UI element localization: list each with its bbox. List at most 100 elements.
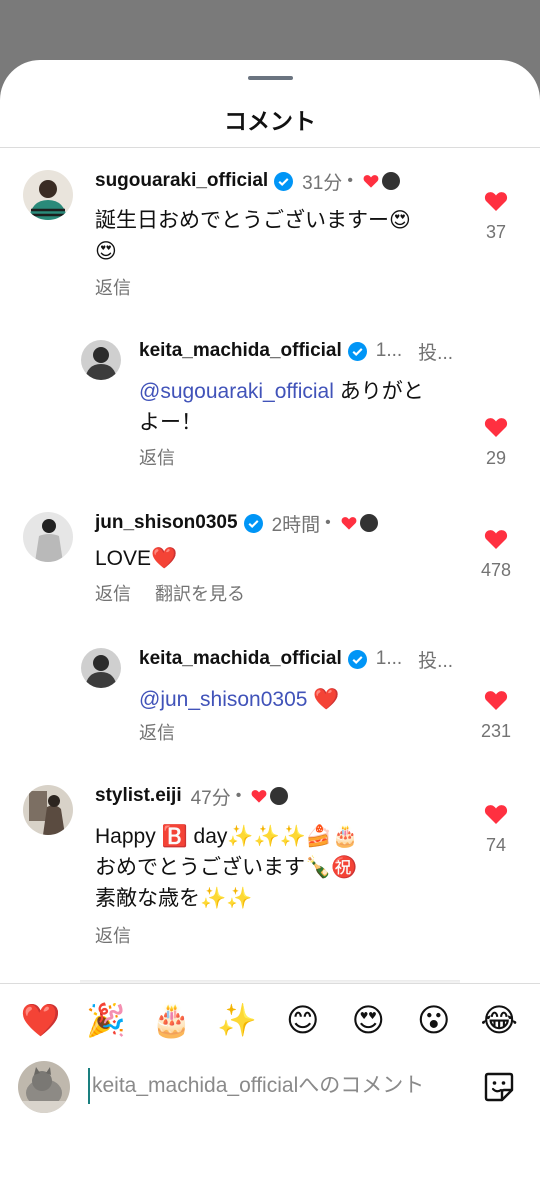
sheet-title: コメント xyxy=(224,108,316,134)
avatar[interactable] xyxy=(81,648,121,688)
comment-emoji: ❤️ xyxy=(307,688,340,711)
comment-time: 1... xyxy=(375,340,403,361)
like-count: 29 xyxy=(485,448,507,468)
comment-text-line: 素敵な歳を✨✨ xyxy=(95,887,253,910)
comment-time: 1... xyxy=(375,648,403,669)
comment-meta: keita_machida_official 1... 投... xyxy=(139,336,453,366)
mention-link[interactable]: @jun_shison0305 xyxy=(139,688,307,711)
like-count: 231 xyxy=(480,721,512,741)
avatar[interactable] xyxy=(23,170,73,220)
comment-text-line: 😍 xyxy=(95,240,117,263)
like-count: 37 xyxy=(485,222,507,242)
mention-link[interactable]: @sugouaraki_official xyxy=(139,380,334,403)
heart-icon[interactable] xyxy=(484,190,508,212)
username[interactable]: keita_machida_official xyxy=(139,340,342,362)
username[interactable]: sugouaraki_official xyxy=(95,170,268,192)
reaction-heart-eyes[interactable]: 😍 xyxy=(343,995,393,1045)
heart-icon[interactable] xyxy=(484,803,508,825)
separator-dot: • xyxy=(325,514,331,531)
reply-button[interactable]: 返信 xyxy=(95,274,131,300)
comments-list[interactable]: sugouaraki_official 31分 • 誕生日おめでとうございますー… xyxy=(0,148,540,983)
reaction-surprised[interactable]: 😮 xyxy=(409,995,459,1045)
comment-text-line: 誕生日おめでとうございますー😍 xyxy=(95,209,411,232)
like-column: 29 xyxy=(478,416,514,469)
translate-button[interactable]: 翻訳を見る xyxy=(155,580,245,606)
reply-button[interactable]: 返信 xyxy=(139,444,175,470)
comment-text-line: おめでとうございます🍾㊗️ xyxy=(95,856,358,879)
quick-reactions-bar: ❤️ 🎉 🎂 ✨ 😊 😍 😮 😂 xyxy=(0,995,540,1045)
verified-badge-icon xyxy=(347,341,367,361)
comment-meta: sugouaraki_official 31分 • xyxy=(95,166,400,196)
reply-item: keita_machida_official 1... 投... @jun_sh… xyxy=(0,626,540,766)
comment-text-line: @jun_shison0305 ❤️ xyxy=(139,684,339,715)
reaction-smile[interactable]: 😊 xyxy=(278,995,328,1045)
reply-button[interactable]: 返信 xyxy=(139,719,175,745)
creator-liked-heart-icon xyxy=(251,790,267,803)
comment-meta: jun_shison0305 2時間 • xyxy=(95,508,378,538)
comment-actions: 返信 xyxy=(139,719,175,745)
verified-badge-icon xyxy=(243,513,263,533)
username[interactable]: stylist.eiji xyxy=(95,785,182,807)
comment-emoji: ❤️ xyxy=(151,547,178,570)
sticker-icon[interactable] xyxy=(482,1070,516,1104)
like-column: 231 xyxy=(478,689,514,742)
reaction-tears-of-joy[interactable]: 😂 xyxy=(474,995,524,1045)
avatar[interactable] xyxy=(81,340,121,380)
comment-text: @jun_shison0305 ❤️ xyxy=(139,684,339,715)
my-avatar[interactable] xyxy=(18,1061,70,1113)
heart-icon[interactable] xyxy=(484,528,508,550)
comment-text: LOVE❤️ xyxy=(95,543,177,574)
avatar[interactable] xyxy=(23,512,73,562)
avatar[interactable] xyxy=(23,785,73,835)
like-count: 478 xyxy=(480,560,512,580)
comment-composer xyxy=(0,1055,540,1119)
creator-liked-heart-icon xyxy=(341,517,357,530)
creator-avatar xyxy=(270,787,289,805)
posted-label: 投... xyxy=(418,650,454,672)
heart-icon[interactable] xyxy=(484,416,508,438)
comment-input[interactable] xyxy=(88,1068,468,1104)
comment-text: Happy 🅱️ day✨✨✨🍰🎂 おめでとうございます🍾㊗️ 素敵な歳を✨✨ xyxy=(95,821,358,914)
creator-avatar xyxy=(381,172,400,190)
comment-actions: 返信 xyxy=(95,274,131,300)
comment-text-line: @sugouaraki_official ありがと xyxy=(139,376,424,407)
reaction-party[interactable]: 🎉 xyxy=(81,995,131,1045)
comment-actions: 返信 翻訳を見る xyxy=(95,580,245,606)
reaction-sparkles[interactable]: ✨ xyxy=(212,995,262,1045)
username[interactable]: keita_machida_official xyxy=(139,648,342,670)
comment-item: sugouaraki_official 31分 • 誕生日おめでとうございますー… xyxy=(0,148,540,318)
comment-time: 2時間 xyxy=(271,514,321,536)
comment-text: 誕生日おめでとうございますー😍 😍 xyxy=(95,205,411,267)
like-column: 37 xyxy=(478,190,514,243)
like-count: 74 xyxy=(485,835,507,855)
footer-divider xyxy=(0,983,540,984)
comment-time: 31分 xyxy=(302,172,343,194)
separator-dot: • xyxy=(235,787,242,804)
verified-badge-icon xyxy=(347,649,367,669)
reply-button[interactable]: 返信 xyxy=(95,922,131,948)
like-column: 74 xyxy=(478,803,514,856)
comment-meta: keita_machida_official 1... 投... xyxy=(139,644,453,674)
reply-item: keita_machida_official 1... 投... @sugoua… xyxy=(0,318,540,493)
comments-sheet: コメント sugouaraki_official 31分 • 誕生日おめでとうご… xyxy=(0,60,540,1200)
comment-item: jun_shison0305 2時間 • LOVE❤️ 返信 翻訳を見る 478 xyxy=(0,490,540,625)
creator-avatar xyxy=(359,514,378,532)
verified-badge-icon xyxy=(274,171,294,191)
comment-text-line: Happy 🅱️ day✨✨✨🍰🎂 xyxy=(95,825,359,848)
comment-actions: 返信 xyxy=(95,922,131,948)
comment-text-line: LOVE❤️ xyxy=(95,543,177,574)
reply-button[interactable]: 返信 xyxy=(95,580,131,606)
comment-time: 47分 xyxy=(190,787,231,809)
posted-label: 投... xyxy=(418,342,454,364)
heart-icon[interactable] xyxy=(484,689,508,711)
sheet-grabber[interactable] xyxy=(248,76,293,80)
comment-meta: stylist.eiji 47分 • xyxy=(95,781,289,811)
comment-text: @sugouaraki_official ありがと よー！ xyxy=(139,376,424,438)
username[interactable]: jun_shison0305 xyxy=(95,512,238,534)
comment-text-fragment: ありがと xyxy=(333,380,424,403)
comment-item: stylist.eiji 47分 • Happy 🅱️ day✨✨✨🍰🎂 おめで… xyxy=(0,763,540,978)
comment-text-fragment: LOVE xyxy=(95,547,152,570)
reaction-heart[interactable]: ❤️ xyxy=(16,995,66,1045)
reaction-cake[interactable]: 🎂 xyxy=(147,995,197,1045)
comment-actions: 返信 xyxy=(139,444,175,470)
